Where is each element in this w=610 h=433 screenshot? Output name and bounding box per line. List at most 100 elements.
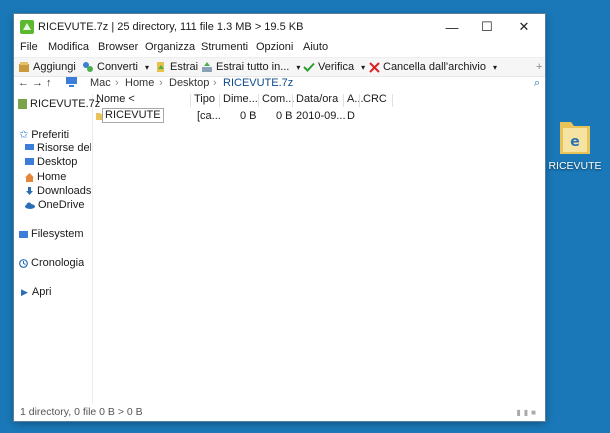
delete-dropdown-icon[interactable]: ▾: [493, 63, 497, 72]
menu-bar: File Modifica Browser Organizza Strument…: [14, 41, 545, 55]
filesystem-label: Filesystem: [31, 228, 84, 240]
address-bar: ← → ↑ Mac › Home › Desktop › RICEVUTE.7z…: [14, 76, 545, 90]
row-size: 0 B: [240, 110, 257, 122]
column-header-compressed[interactable]: Com...: [262, 93, 294, 107]
archive-app-icon: [20, 20, 34, 34]
computer-icon: [25, 144, 34, 150]
breadcrumb-separator-icon: ›: [115, 77, 119, 89]
sidebar-favorites-header[interactable]: ✩ Preferiti: [19, 128, 70, 142]
column-header-type[interactable]: Tipo: [194, 93, 215, 107]
menu-organizza[interactable]: Organizza: [145, 41, 195, 53]
computer-icon: [66, 77, 77, 90]
column-separator: [190, 94, 191, 107]
column-header-size[interactable]: Dime...: [223, 93, 258, 107]
download-icon: [26, 186, 33, 195]
forward-button[interactable]: →: [32, 77, 43, 89]
menu-aiuto[interactable]: Aiuto: [303, 41, 328, 53]
back-button[interactable]: ←: [18, 77, 29, 89]
extract-button[interactable]: Estrai: [155, 60, 198, 74]
column-header-name[interactable]: Nome <: [96, 93, 135, 107]
filesystem-icon: [19, 230, 28, 238]
sidebar-item-desktop[interactable]: Desktop: [25, 156, 77, 168]
convert-icon: [83, 62, 93, 72]
extract-all-button[interactable]: Estrai tutto in... ▾: [201, 60, 300, 74]
home-icon: [25, 172, 34, 182]
sidebar-item-onedrive[interactable]: OneDrive: [25, 199, 84, 211]
title-bar[interactable]: RICEVUTE.7z | 25 directory, 111 file 1.3…: [14, 14, 545, 40]
extract-all-dropdown-icon[interactable]: ▾: [296, 63, 300, 72]
search-button[interactable]: ⌕: [534, 77, 540, 90]
toolbar-more-button[interactable]: +: [536, 60, 542, 74]
add-icon: [19, 62, 29, 72]
sidebar-item-label: Risorse del c: [37, 142, 91, 154]
favorites-label: Preferiti: [31, 128, 70, 141]
sidebar-item-open[interactable]: ▶ Apri: [21, 286, 51, 298]
column-separator: [258, 94, 259, 107]
sidebar-item-label: Desktop: [37, 156, 78, 168]
breadcrumb-separator-icon: ›: [213, 77, 217, 89]
desktop-folder-icon[interactable]: e: [552, 116, 598, 159]
convert-button[interactable]: Converti ▾: [82, 60, 149, 74]
play-icon: ▶: [21, 286, 28, 297]
sidebar-item-home[interactable]: Home: [25, 171, 66, 183]
sidebar-archive-label: RICEVUTE.7z: [30, 98, 101, 110]
verify-button[interactable]: Verifica ▾: [303, 60, 365, 74]
app-window: RICEVUTE.7z | 25 directory, 111 file 1.3…: [14, 14, 545, 421]
column-separator: [359, 94, 360, 107]
sidebar: RICEVUTE.7z ✩ Preferiti Risorse del c De…: [14, 94, 100, 404]
menu-file[interactable]: File: [20, 41, 38, 53]
sidebar-item-label: OneDrive: [38, 199, 85, 211]
check-icon: [303, 62, 315, 72]
row-attributes: D: [347, 110, 355, 122]
history-icon: [19, 258, 28, 268]
menu-browser[interactable]: Browser: [98, 41, 138, 53]
column-header-attributes[interactable]: A...: [347, 93, 364, 107]
add-label: Aggiungi: [33, 61, 76, 73]
history-label: Cronologia: [31, 257, 85, 269]
sidebar-item-history[interactable]: Cronologia: [19, 257, 84, 269]
verify-dropdown-icon[interactable]: ▾: [361, 63, 365, 72]
column-separator: [219, 94, 220, 107]
status-icons: ▮▮■: [516, 408, 539, 417]
desktop-folder-label[interactable]: RICEVUTE: [546, 160, 604, 172]
row-date: 2010-09...: [296, 110, 346, 122]
status-bar-text: 1 directory, 0 file 0 B > 0 B: [20, 406, 143, 418]
breadcrumb-separator-icon: ›: [159, 77, 163, 89]
minimize-button[interactable]: —: [434, 14, 470, 40]
sidebar-item-computer[interactable]: Risorse del c: [25, 142, 91, 154]
sidebar-item-archive[interactable]: RICEVUTE.7z: [18, 98, 100, 110]
column-separator: [292, 94, 293, 107]
menu-opzioni[interactable]: Opzioni: [256, 41, 293, 53]
svg-text:e: e: [570, 134, 580, 150]
breadcrumb-mac[interactable]: Mac: [90, 77, 111, 89]
delete-label: Cancella dall'archivio: [383, 61, 486, 73]
window-title: RICEVUTE.7z | 25 directory, 111 file 1.3…: [38, 21, 304, 33]
column-header-crc[interactable]: CRC: [363, 93, 387, 107]
close-button[interactable]: ✕: [506, 14, 542, 40]
archive-icon: [18, 99, 27, 109]
column-header-date[interactable]: Data/ora: [296, 93, 338, 107]
row-type: [ca...: [197, 110, 221, 122]
delete-button[interactable]: Cancella dall'archivio ▾: [369, 60, 497, 74]
breadcrumb-archive[interactable]: RICEVUTE.7z: [223, 77, 293, 89]
open-label: Apri: [31, 286, 52, 298]
maximize-button[interactable]: ☐: [469, 14, 505, 40]
delete-icon: [369, 61, 380, 73]
convert-label: Converti: [97, 61, 138, 73]
sidebar-item-downloads[interactable]: Downloads: [25, 185, 91, 197]
convert-dropdown-icon[interactable]: ▾: [145, 63, 149, 72]
toolbar: Aggiungi Converti ▾ Estrai Estrai tutto …: [14, 57, 545, 77]
star-icon: ✩: [19, 129, 29, 141]
up-button[interactable]: ↑: [46, 77, 52, 89]
verify-label: Verifica: [318, 61, 355, 73]
row-name[interactable]: RICEVUTE: [102, 108, 164, 123]
breadcrumb-home[interactable]: Home: [125, 77, 154, 89]
extract-icon: [157, 62, 164, 72]
sidebar-item-filesystem[interactable]: Filesystem: [19, 228, 84, 240]
menu-modifica[interactable]: Modifica: [48, 41, 89, 53]
add-button[interactable]: Aggiungi: [18, 60, 76, 74]
sidebar-item-label: Downloads: [37, 185, 92, 197]
menu-strumenti[interactable]: Strumenti: [201, 41, 248, 53]
breadcrumb-desktop[interactable]: Desktop: [169, 77, 209, 89]
row-compressed: 0 B: [276, 110, 293, 122]
